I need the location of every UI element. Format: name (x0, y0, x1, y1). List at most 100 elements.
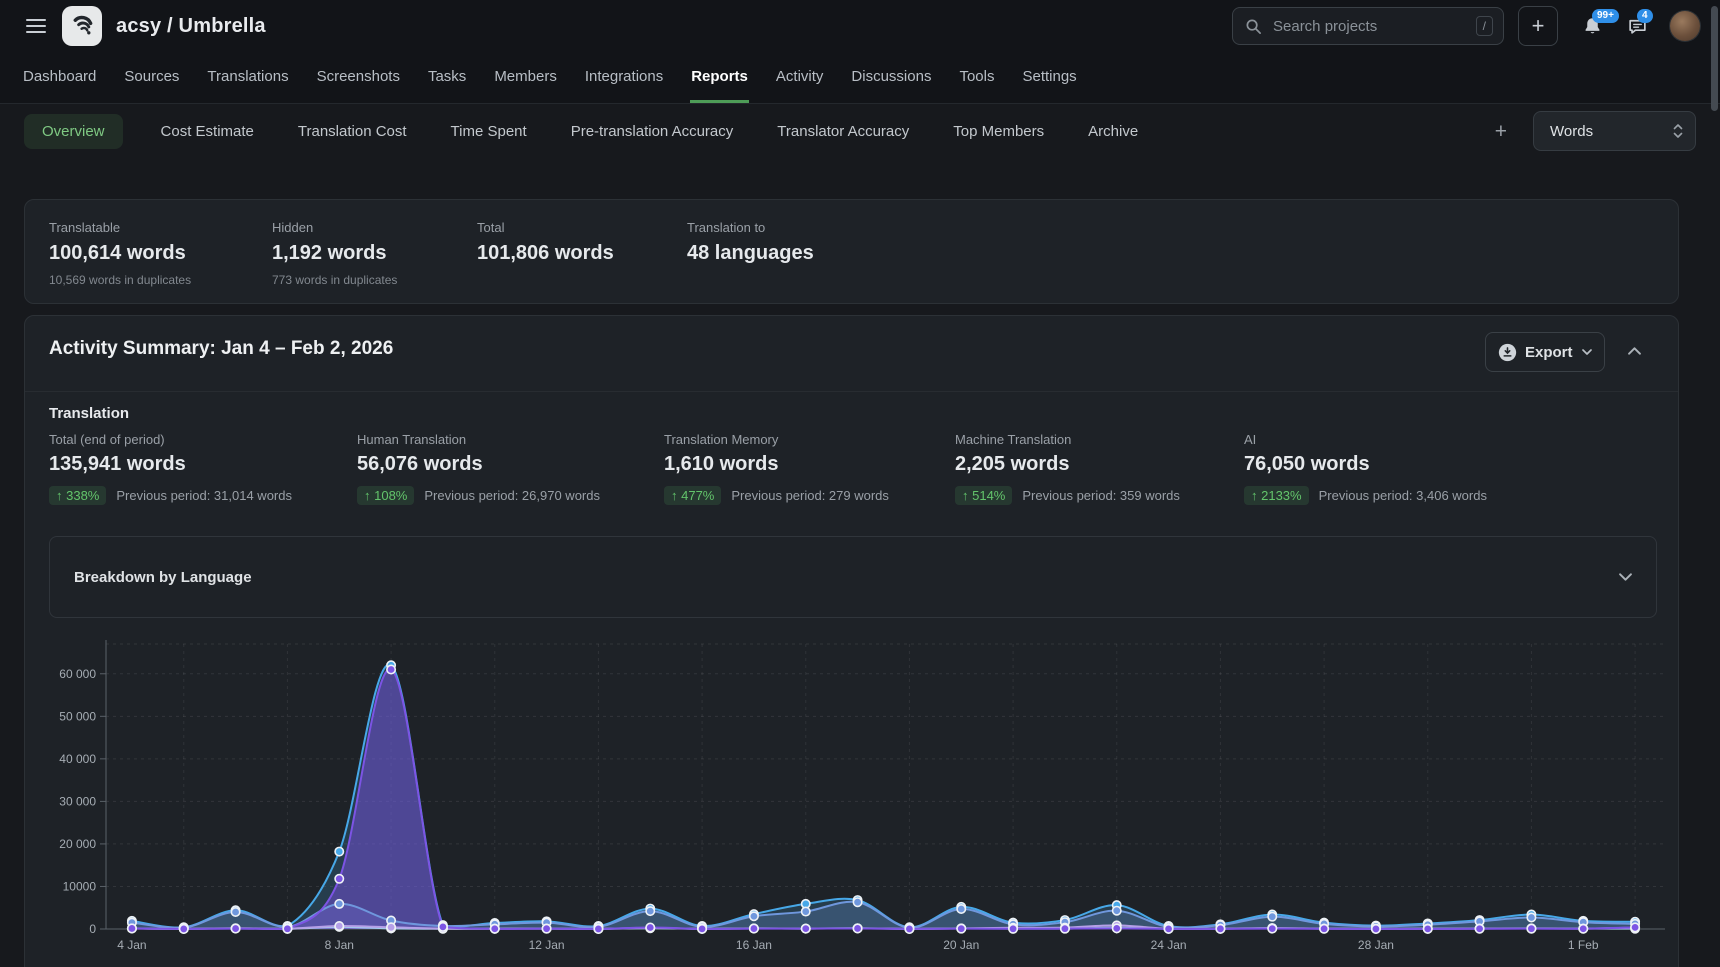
activity-summary-panel: Activity Summary: Jan 4 – Feb 2, 2026 Ex… (24, 315, 1679, 967)
stat-value: 56,076 words (357, 453, 600, 476)
report-tab-translator-accuracy[interactable]: Translator Accuracy (777, 114, 909, 149)
svg-text:16 Jan: 16 Jan (736, 938, 772, 952)
change-badge: ↑ 338% (49, 486, 106, 505)
main-nav-item-members[interactable]: Members (493, 52, 558, 103)
report-tabs-bar: Overview Cost Estimate Translation Cost Tim… (0, 106, 1720, 156)
report-tab-cost-estimate[interactable]: Cost Estimate (161, 114, 254, 149)
chevron-up-icon (1628, 347, 1641, 355)
stat-value: 101,806 words (477, 242, 614, 265)
stat-label: Translation Memory (664, 432, 889, 447)
main-nav-item-screenshots[interactable]: Screenshots (316, 52, 401, 103)
svg-text:24 Jan: 24 Jan (1151, 938, 1187, 952)
stat-label: Translation to (687, 220, 814, 235)
main-nav-item-integrations[interactable]: Integrations (584, 52, 664, 103)
main-nav-item-discussions[interactable]: Discussions (850, 52, 932, 103)
report-tab-top-members[interactable]: Top Members (953, 114, 1044, 149)
change-badge: ↑ 514% (955, 486, 1012, 505)
bird-logo-icon (69, 13, 96, 40)
main-nav-item-tools[interactable]: Tools (958, 52, 995, 103)
change-badge: ↑ 477% (664, 486, 721, 505)
stat-label: Total (477, 220, 614, 235)
svg-text:12 Jan: 12 Jan (529, 938, 565, 952)
add-report-button[interactable]: + (1495, 121, 1507, 142)
stat-label: Human Translation (357, 432, 600, 447)
section-divider (25, 391, 1678, 392)
svg-text:0: 0 (89, 922, 96, 936)
main-nav-item-sources[interactable]: Sources (123, 52, 180, 103)
export-button-label: Export (1525, 344, 1573, 361)
vertical-scrollbar[interactable] (1711, 6, 1718, 111)
breakdown-by-language-toggle[interactable]: Breakdown by Language (49, 536, 1657, 618)
activity-summary-title: Activity Summary: Jan 4 – Feb 2, 2026 (49, 338, 393, 360)
search-icon (1245, 18, 1262, 35)
main-nav-item-tasks[interactable]: Tasks (427, 52, 467, 103)
svg-text:1 Feb: 1 Feb (1568, 938, 1599, 952)
search-box[interactable]: / (1232, 7, 1504, 45)
previous-period-text: Previous period: 359 words (1022, 488, 1180, 503)
main-nav-item-settings[interactable]: Settings (1021, 52, 1077, 103)
stat-value: 2,205 words (955, 453, 1180, 476)
search-shortcut-hint: / (1476, 16, 1493, 36)
main-nav-item-reports[interactable]: Reports (690, 52, 749, 103)
unit-select-value: Words (1550, 123, 1673, 140)
stat-label: Translatable (49, 220, 191, 235)
notifications-button[interactable]: 99+ (1582, 16, 1603, 37)
export-button[interactable]: Export (1485, 332, 1605, 372)
previous-period-text: Previous period: 279 words (731, 488, 889, 503)
stat-value: 100,614 words (49, 242, 191, 265)
word-stat-total: Total 101,806 words (477, 220, 614, 265)
stat-label: Total (end of period) (49, 432, 292, 447)
main-nav: Dashboard Sources Translations Screenshots T… (0, 52, 1720, 104)
word-stats-card: Translatable 100,614 words 10,569 words in… (24, 199, 1679, 304)
stat-value: 1,610 words (664, 453, 889, 476)
svg-text:4 Jan: 4 Jan (117, 938, 146, 952)
activity-stat-ai: AI76,050 words↑ 2133%Previous period: 3,… (1244, 432, 1487, 505)
change-badge: ↑ 2133% (1244, 486, 1309, 505)
change-badge: ↑ 108% (357, 486, 414, 505)
caret-down-icon (1582, 349, 1592, 355)
word-stat-translatable: Translatable 100,614 words 10,569 words in… (49, 220, 191, 287)
svg-text:60 000: 60 000 (59, 667, 96, 681)
previous-period-text: Previous period: 31,014 words (116, 488, 292, 503)
activity-stat-human-translation: Human Translation56,076 words↑ 108%Previ… (357, 432, 600, 505)
activity-stat-translation-memory: Translation Memory 1,610 words ↑ 477% Previ… (664, 432, 889, 505)
notifications-badge: 99+ (1592, 9, 1619, 23)
user-avatar[interactable] (1670, 11, 1700, 41)
svg-text:20 000: 20 000 (59, 837, 96, 851)
stat-value: 76,050 words (1244, 453, 1487, 476)
activity-stat-total-end-of-period-: Total (end of period) 135,941 words ↑ 338%… (49, 432, 292, 505)
main-nav-item-translations[interactable]: Translations (206, 52, 289, 103)
report-tab-overview[interactable]: Overview (24, 114, 123, 149)
menu-icon[interactable] (26, 19, 46, 33)
stat-value: 1,192 words (272, 242, 397, 265)
project-logo[interactable] (62, 6, 102, 46)
report-tab-time-spent[interactable]: Time Spent (451, 114, 527, 149)
activity-area-chart: 01000020 00030 00040 00050 00060 0004 Ja… (25, 616, 1680, 967)
collapse-section-button[interactable] (1619, 338, 1649, 364)
main-nav-item-activity[interactable]: Activity (775, 52, 825, 103)
create-button[interactable]: + (1518, 6, 1558, 46)
download-circle-icon (1498, 343, 1517, 362)
search-input[interactable] (1271, 17, 1476, 36)
messages-badge: 4 (1637, 9, 1653, 23)
activity-stat-machine-translation: Machine Translation2,205 words↑ 514%Prev… (955, 432, 1180, 505)
page-title: acsy / Umbrella (116, 15, 266, 38)
word-stat-hidden: Hidden1,192 words773 words in duplicates (272, 220, 397, 287)
svg-text:10000: 10000 (63, 879, 97, 893)
messages-button[interactable]: 4 (1627, 16, 1648, 37)
stat-value: 135,941 words (49, 453, 292, 476)
stat-value: 48 languages (687, 242, 814, 265)
translation-section-title: Translation (49, 405, 129, 422)
report-tab-translation-cost[interactable]: Translation Cost (298, 114, 407, 149)
svg-text:8 Jan: 8 Jan (325, 938, 354, 952)
select-arrows-icon (1673, 123, 1683, 139)
report-tab-archive[interactable]: Archive (1088, 114, 1138, 149)
svg-text:20 Jan: 20 Jan (943, 938, 979, 952)
stat-note: 10,569 words in duplicates (49, 273, 191, 287)
chevron-down-icon (1619, 573, 1632, 581)
word-stat-translation-to: Translation to 48 languages (687, 220, 814, 265)
report-tab-pre-translation-accuracy[interactable]: Pre-translation Accuracy (571, 114, 734, 149)
main-nav-item-dashboard[interactable]: Dashboard (22, 52, 97, 103)
unit-select[interactable]: Words (1533, 111, 1696, 151)
svg-text:28 Jan: 28 Jan (1358, 938, 1394, 952)
